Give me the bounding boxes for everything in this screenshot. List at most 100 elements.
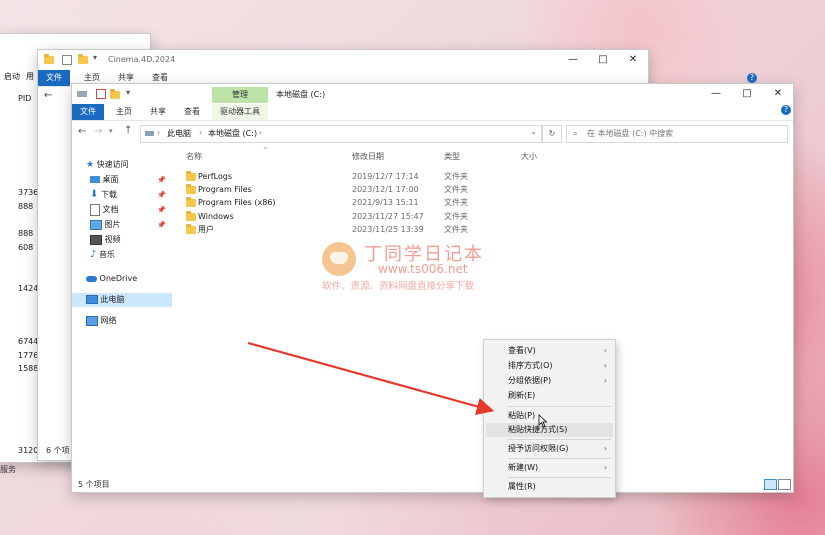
file-row[interactable]: PerfLogs 2019/12/7 17:14 文件夹 bbox=[182, 170, 582, 183]
menu-item-sort-by[interactable]: 排序方式(O) › bbox=[486, 359, 613, 373]
nav-pictures[interactable]: 图片 📌 bbox=[72, 218, 172, 232]
back-icon[interactable]: ← bbox=[78, 126, 86, 137]
back-icon[interactable]: ← bbox=[44, 90, 52, 101]
up-icon[interactable]: ↑ bbox=[124, 125, 132, 136]
file-row[interactable]: Program Files 2023/12/1 17:00 文件夹 bbox=[182, 183, 582, 196]
maximize-icon[interactable]: □ bbox=[732, 84, 762, 104]
nav-label: 文档 bbox=[102, 205, 119, 214]
close-icon[interactable]: ✕ bbox=[618, 50, 648, 70]
column-header-date[interactable]: 修改日期 bbox=[352, 150, 384, 164]
help-icon[interactable]: ? bbox=[781, 105, 791, 115]
file-row[interactable]: 用户 2023/11/25 13:39 文件夹 bbox=[182, 223, 582, 236]
file-name: Program Files bbox=[198, 185, 252, 194]
chevron-right-icon: › bbox=[603, 361, 607, 370]
nav-label: 网络 bbox=[100, 316, 117, 325]
column-header-name[interactable]: 名称 bbox=[186, 150, 202, 164]
menu-users[interactable]: 用 bbox=[26, 70, 34, 84]
nav-videos[interactable]: 视频 bbox=[72, 233, 172, 247]
watermark: 丁同学日记本 www.ts006.net 软件、资源、资料网盘直接分享下载 bbox=[322, 240, 512, 292]
menu-item-label: 分组依据(P) bbox=[508, 376, 552, 385]
pid-value: 888 bbox=[18, 229, 34, 238]
details-view-icon[interactable] bbox=[764, 479, 777, 490]
maximize-icon[interactable]: □ bbox=[588, 50, 618, 70]
services-link[interactable]: 服务 bbox=[0, 464, 16, 475]
column-header-type[interactable]: 类型 bbox=[444, 150, 460, 164]
dropdown-icon[interactable]: ▾ bbox=[93, 53, 97, 62]
pid-value: 608 bbox=[18, 243, 34, 252]
tab-view[interactable]: 查看 bbox=[176, 104, 208, 120]
search-box[interactable]: ⌕ 在 本地磁盘 (C:) 中搜索 bbox=[566, 125, 788, 143]
tab-home[interactable]: 主页 bbox=[108, 104, 140, 120]
menu-item-label: 查看(V) bbox=[508, 346, 536, 355]
nav-documents[interactable]: 文档 📌 bbox=[72, 203, 172, 217]
menu-item-label: 粘贴(P) bbox=[508, 411, 536, 420]
pid-value: 888 bbox=[18, 202, 34, 211]
folder-icon bbox=[186, 184, 196, 194]
file-row[interactable]: Windows 2023/11/27 15:47 文件夹 bbox=[182, 210, 582, 223]
tab-file[interactable]: 文件 bbox=[72, 104, 104, 120]
navigation-bar: ← → ▾ ↑ › 此电脑 › 本地磁盘 (C:) › ⌄ ↻ ⌕ 在 本地磁盘… bbox=[72, 122, 793, 144]
search-icon: ⌕ bbox=[573, 129, 578, 138]
forward-icon[interactable]: → bbox=[94, 126, 102, 137]
nav-desktop[interactable]: 桌面 📌 bbox=[72, 173, 172, 187]
file-date: 2023/11/27 15:47 bbox=[352, 212, 424, 221]
download-icon: ⬇ bbox=[90, 189, 99, 200]
minimize-icon[interactable]: — bbox=[558, 50, 588, 70]
nav-downloads[interactable]: ⬇ 下载 📌 bbox=[72, 188, 172, 202]
checkbox-icon[interactable] bbox=[62, 55, 72, 65]
nav-label: 音乐 bbox=[98, 250, 115, 259]
title-bar: ▾ 本地磁盘 (C:) — □ ✕ bbox=[72, 84, 793, 104]
nav-quick-access[interactable]: ★ 快速访问 bbox=[72, 158, 172, 172]
folder-icon bbox=[186, 211, 196, 221]
tab-share[interactable]: 共享 bbox=[142, 104, 174, 120]
menu-item-paste[interactable]: 粘贴(P) bbox=[486, 409, 613, 423]
close-icon[interactable]: ✕ bbox=[763, 84, 793, 104]
menu-item-refresh[interactable]: 刷新(E) bbox=[486, 389, 613, 403]
breadcrumb-local-disk[interactable]: 本地磁盘 (C:) bbox=[208, 128, 257, 139]
menu-item-new[interactable]: 新建(W) › bbox=[486, 461, 613, 475]
refresh-icon[interactable]: ↻ bbox=[542, 125, 562, 143]
minimize-icon[interactable]: — bbox=[701, 84, 731, 104]
music-icon: ♪ bbox=[90, 249, 97, 260]
network-icon bbox=[86, 315, 98, 326]
menu-item-paste-shortcut[interactable]: 粘贴快捷方式(S) bbox=[486, 423, 613, 437]
watermark-url: www.ts006.net bbox=[378, 262, 468, 276]
breadcrumb-this-pc[interactable]: 此电脑 bbox=[167, 128, 191, 139]
column-header-size[interactable]: 大小 bbox=[521, 150, 537, 164]
dropdown-icon[interactable]: ▾ bbox=[126, 88, 130, 97]
context-menu: 查看(V) › 排序方式(O) › 分组依据(P) › 刷新(E) 粘贴(P) … bbox=[484, 340, 615, 497]
breadcrumb-separator-icon: › bbox=[157, 128, 161, 137]
pin-icon: 📌 bbox=[157, 191, 166, 199]
breadcrumb-separator-icon: › bbox=[199, 128, 203, 137]
picture-icon bbox=[90, 219, 102, 230]
recent-dropdown-icon[interactable]: ▾ bbox=[109, 127, 113, 135]
menu-startup[interactable]: 启动 bbox=[4, 70, 20, 84]
nav-music[interactable]: ♪ 音乐 bbox=[72, 248, 172, 262]
large-icons-view-icon[interactable] bbox=[778, 479, 791, 490]
menu-item-group-by[interactable]: 分组依据(P) › bbox=[486, 374, 613, 388]
pin-icon: 📌 bbox=[157, 221, 166, 229]
file-row[interactable]: Program Files (x86) 2021/9/13 15:11 文件夹 bbox=[182, 196, 582, 209]
nav-onedrive[interactable]: OneDrive bbox=[72, 272, 172, 286]
nav-network[interactable]: 网络 bbox=[72, 314, 172, 328]
tab-drive-tools[interactable]: 驱动器工具 bbox=[212, 104, 268, 120]
address-bar[interactable]: › 此电脑 › 本地磁盘 (C:) › ⌄ bbox=[140, 125, 542, 143]
search-placeholder: 在 本地磁盘 (C:) 中搜索 bbox=[587, 129, 674, 138]
file-date: 2023/11/25 13:39 bbox=[352, 225, 424, 234]
cloud-icon bbox=[86, 275, 97, 282]
tab-file[interactable]: 文件 bbox=[38, 70, 70, 86]
menu-item-properties[interactable]: 属性(R) bbox=[486, 480, 613, 494]
help-icon[interactable]: ? bbox=[747, 73, 757, 83]
checkbox-icon[interactable] bbox=[96, 89, 106, 99]
menu-item-give-access[interactable]: 授予访问权限(G) › bbox=[486, 442, 613, 456]
pid-column-header[interactable]: PID bbox=[18, 94, 31, 103]
menu-item-view[interactable]: 查看(V) › bbox=[486, 344, 613, 358]
nav-this-pc[interactable]: 此电脑 bbox=[72, 293, 172, 307]
nav-label: 下载 bbox=[100, 190, 117, 199]
pid-value: 6744 bbox=[18, 337, 39, 346]
breadcrumb-separator-icon: › bbox=[259, 128, 263, 137]
manage-context-tab: 管理 bbox=[212, 87, 268, 103]
mouse-cursor-icon bbox=[538, 414, 548, 428]
menu-separator bbox=[508, 439, 611, 440]
address-dropdown-icon[interactable]: ⌄ bbox=[530, 127, 537, 136]
